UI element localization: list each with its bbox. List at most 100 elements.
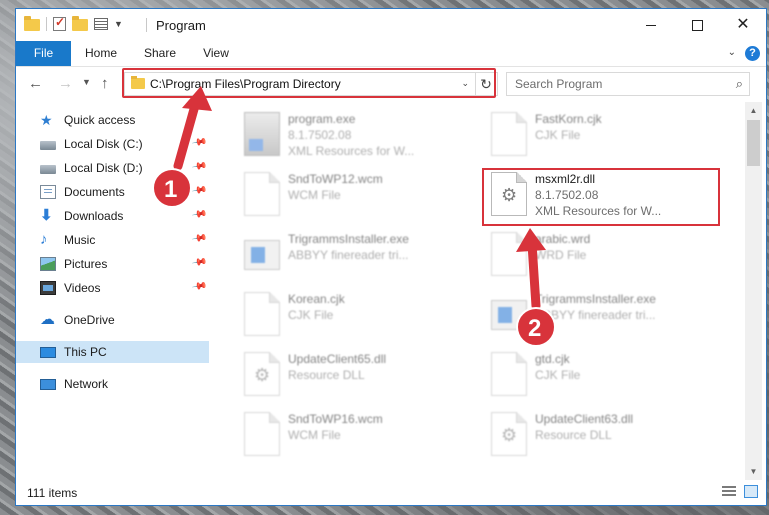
pin-icon[interactable]: 📌 bbox=[191, 134, 208, 150]
address-row: ← → ▼ ↑ C:\Program Files\Program Directo… bbox=[16, 67, 766, 101]
search-placeholder: Search Program bbox=[515, 77, 603, 91]
file-name: UpdateClient63.dll bbox=[535, 412, 634, 426]
folder-icon bbox=[131, 76, 145, 89]
forward-arrow-icon[interactable]: → bbox=[58, 75, 73, 92]
minimize-button[interactable] bbox=[628, 9, 674, 41]
pin-icon[interactable]: 📌 bbox=[191, 254, 208, 270]
music-note-icon: ♪ bbox=[40, 231, 48, 248]
sidebar-item-pictures[interactable]: Pictures 📌 bbox=[16, 253, 209, 275]
maximize-icon bbox=[691, 19, 703, 31]
file-item[interactable]: FastKorn.cjk CJK File bbox=[483, 108, 723, 162]
documents-icon bbox=[40, 185, 56, 199]
tab-view[interactable]: View bbox=[196, 41, 236, 66]
sidebar-item-label: Pictures bbox=[64, 257, 108, 271]
search-input[interactable]: Search Program ⌕ bbox=[506, 72, 750, 96]
address-history-chevron-icon[interactable]: ⌄ bbox=[461, 78, 469, 89]
close-button[interactable]: ✕ bbox=[720, 9, 766, 41]
sidebar-item-local-disk-c[interactable]: Local Disk (C:) 📌 bbox=[16, 133, 209, 155]
customize-toolbar-chevron-icon[interactable]: ▼ bbox=[114, 19, 123, 29]
properties-icon[interactable] bbox=[94, 18, 108, 30]
download-arrow-icon: ⬇ bbox=[40, 207, 53, 224]
window-title: Program bbox=[156, 18, 206, 33]
up-arrow-icon[interactable]: ↑ bbox=[101, 75, 109, 92]
file-version: 8.1.7502.08 bbox=[288, 128, 352, 142]
file-type: WCM File bbox=[288, 188, 341, 202]
pin-icon[interactable]: 📌 bbox=[191, 182, 208, 198]
new-folder-icon[interactable] bbox=[72, 16, 88, 31]
help-icon[interactable]: ? bbox=[745, 46, 760, 61]
file-item[interactable]: SndToWP12.wcm WCM File bbox=[236, 168, 476, 222]
sidebar-item-downloads[interactable]: ⬇ Downloads 📌 bbox=[16, 205, 209, 227]
pin-icon[interactable]: 📌 bbox=[191, 230, 208, 246]
file-explorer-window: ▼ Program ✕ File Home Share View ⌄ ? ← →… bbox=[15, 8, 767, 506]
file-item[interactable]: gtd.cjk CJK File bbox=[483, 348, 723, 402]
sidebar-item-label: This PC bbox=[64, 345, 107, 359]
pin-icon[interactable]: 📌 bbox=[191, 206, 208, 222]
refresh-button[interactable]: ↻ bbox=[475, 72, 498, 96]
file-description: ABBYY finereader tri... bbox=[535, 308, 656, 322]
file-item[interactable]: UpdateClient65.dll Resource DLL bbox=[236, 348, 476, 402]
file-name: SndToWP16.wcm bbox=[288, 412, 383, 426]
disk-icon bbox=[40, 141, 56, 150]
file-item[interactable]: SndToWP16.wcm WCM File bbox=[236, 408, 476, 462]
file-item[interactable]: arabic.wrd WRD File bbox=[483, 228, 723, 282]
computer-icon bbox=[40, 346, 56, 358]
vertical-scrollbar[interactable]: ▲ ▼ bbox=[745, 102, 762, 480]
address-bar[interactable]: C:\Program Files\Program Directory ⌄ bbox=[124, 72, 476, 96]
expand-ribbon-chevron-icon[interactable]: ⌄ bbox=[728, 47, 736, 58]
tab-home[interactable]: Home bbox=[79, 41, 123, 66]
document-icon bbox=[244, 172, 280, 216]
sidebar-item-label: Downloads bbox=[64, 209, 124, 223]
sidebar-item-this-pc[interactable]: This PC bbox=[16, 341, 209, 363]
sidebar-item-onedrive[interactable]: ☁ OneDrive bbox=[16, 309, 209, 331]
tab-file[interactable]: File bbox=[16, 41, 71, 66]
pin-icon[interactable]: 📌 bbox=[191, 158, 208, 174]
search-icon[interactable]: ⌕ bbox=[736, 76, 743, 92]
document-icon bbox=[491, 352, 527, 396]
file-item[interactable]: UpdateClient63.dll Resource DLL bbox=[483, 408, 723, 462]
scroll-thumb[interactable] bbox=[747, 120, 760, 166]
file-name: TrigrammsInstaller.exe bbox=[288, 232, 409, 246]
file-item-msxml2r-dll[interactable]: msxml2r.dll 8.1.7502.08 XML Resources fo… bbox=[483, 168, 723, 222]
address-path[interactable]: C:\Program Files\Program Directory bbox=[150, 77, 341, 91]
details-view-icon[interactable] bbox=[722, 486, 736, 498]
tab-share[interactable]: Share bbox=[138, 41, 182, 66]
file-description: XML Resources for W... bbox=[535, 204, 662, 218]
sidebar-item-label: Network bbox=[64, 377, 109, 391]
file-item[interactable]: TrigrammsInstaller.exe ABBYY finereader … bbox=[236, 228, 476, 282]
pin-icon[interactable]: 📌 bbox=[191, 278, 208, 294]
file-item[interactable]: TrigrammsInstaller.exe ABBYY finereader … bbox=[483, 288, 723, 342]
back-arrow-icon[interactable]: ← bbox=[28, 75, 43, 92]
toolbar-divider bbox=[46, 17, 47, 31]
sidebar-item-label: Documents bbox=[64, 185, 125, 199]
gear-document-icon bbox=[491, 412, 527, 456]
file-name: program.exe bbox=[288, 112, 356, 126]
folder-icon[interactable] bbox=[24, 16, 40, 31]
file-type: CJK File bbox=[288, 308, 334, 322]
sidebar-item-label: Music bbox=[64, 233, 96, 247]
file-type: Resource DLL bbox=[288, 368, 365, 382]
file-item[interactable]: Korean.cjk CJK File bbox=[236, 288, 476, 342]
document-icon bbox=[491, 232, 527, 276]
sidebar-item-network[interactable]: Network bbox=[16, 373, 209, 395]
gear-document-icon bbox=[244, 352, 280, 396]
file-version: 8.1.7502.08 bbox=[535, 188, 599, 202]
properties-check-icon[interactable] bbox=[53, 15, 66, 31]
disk-icon bbox=[40, 165, 56, 174]
recent-locations-chevron-icon[interactable]: ▼ bbox=[82, 77, 91, 87]
sidebar-item-local-disk-d[interactable]: Local Disk (D:) 📌 bbox=[16, 157, 209, 179]
gear-document-icon bbox=[491, 172, 527, 216]
file-name: Korean.cjk bbox=[288, 292, 345, 306]
file-description: XML Resources for W... bbox=[288, 144, 415, 158]
sidebar-item-music[interactable]: ♪ Music 📌 bbox=[16, 229, 209, 251]
file-description: ABBYY finereader tri... bbox=[288, 248, 409, 262]
scroll-up-arrow-icon[interactable]: ▲ bbox=[745, 102, 762, 119]
sidebar-item-documents[interactable]: Documents 📌 bbox=[16, 181, 209, 203]
large-icons-view-icon[interactable] bbox=[744, 485, 758, 498]
sidebar-item-videos[interactable]: Videos 📌 bbox=[16, 277, 209, 299]
sidebar-item-quick-access[interactable]: ★ Quick access bbox=[16, 109, 209, 131]
scroll-down-arrow-icon[interactable]: ▼ bbox=[745, 463, 762, 480]
file-item[interactable]: program.exe 8.1.7502.08 XML Resources fo… bbox=[236, 108, 476, 162]
file-name: arabic.wrd bbox=[535, 232, 591, 246]
maximize-button[interactable] bbox=[674, 9, 720, 41]
